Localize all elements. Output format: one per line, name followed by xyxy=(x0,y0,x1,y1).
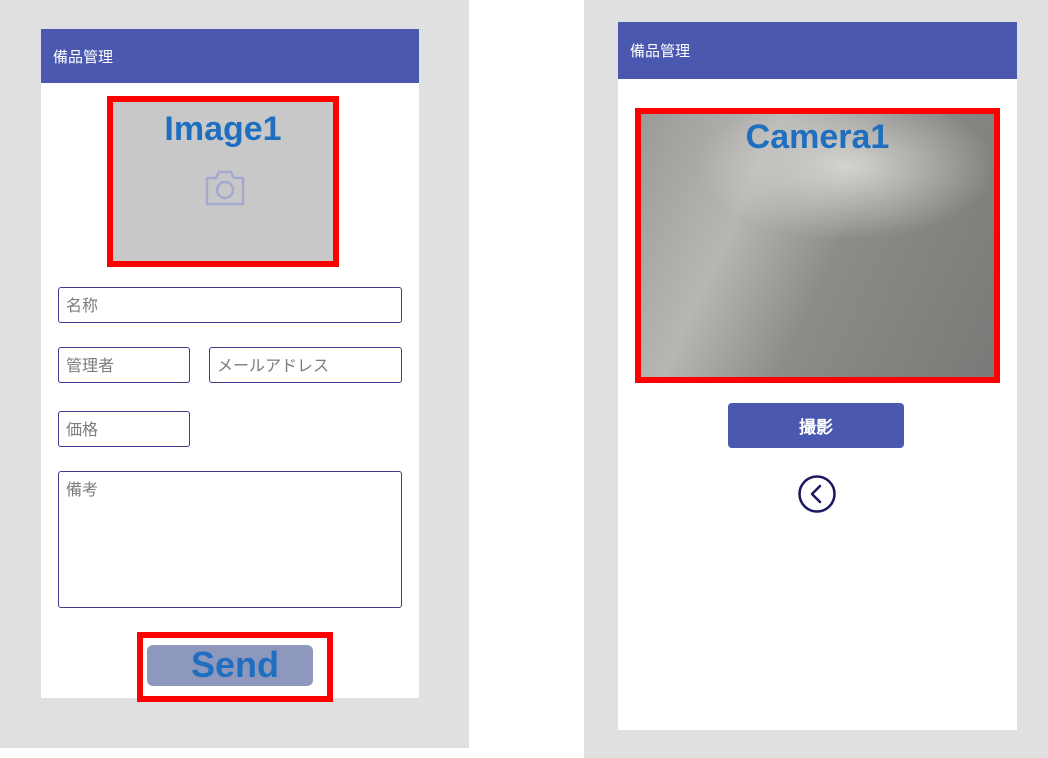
header-title: 備品管理 xyxy=(630,42,691,60)
price-field[interactable] xyxy=(58,411,190,447)
email-field[interactable] xyxy=(209,347,402,383)
form-screen-header: 備品管理 xyxy=(41,29,419,83)
chevron-left-circle-icon[interactable] xyxy=(797,474,837,514)
notes-field[interactable] xyxy=(58,471,402,608)
camera-screen-header: 備品管理 xyxy=(618,22,1017,79)
manager-field[interactable] xyxy=(58,347,190,383)
send-highlight: Send xyxy=(137,632,333,702)
name-field[interactable] xyxy=(58,287,402,323)
camera1-control[interactable]: Camera1 xyxy=(635,108,1000,383)
camera-screen: 備品管理 Camera1 撮影 xyxy=(618,22,1017,730)
image1-label: Image1 xyxy=(164,110,282,148)
camera1-label: Camera1 xyxy=(745,118,890,156)
send-label: Send xyxy=(190,644,279,685)
form-screen: 備品管理 Image1 Send xyxy=(41,29,419,702)
header-title: 備品管理 xyxy=(53,48,114,66)
capture-button[interactable]: 撮影 xyxy=(728,403,904,448)
image1-control[interactable]: Image1 xyxy=(107,96,339,267)
camera-icon xyxy=(205,170,245,206)
